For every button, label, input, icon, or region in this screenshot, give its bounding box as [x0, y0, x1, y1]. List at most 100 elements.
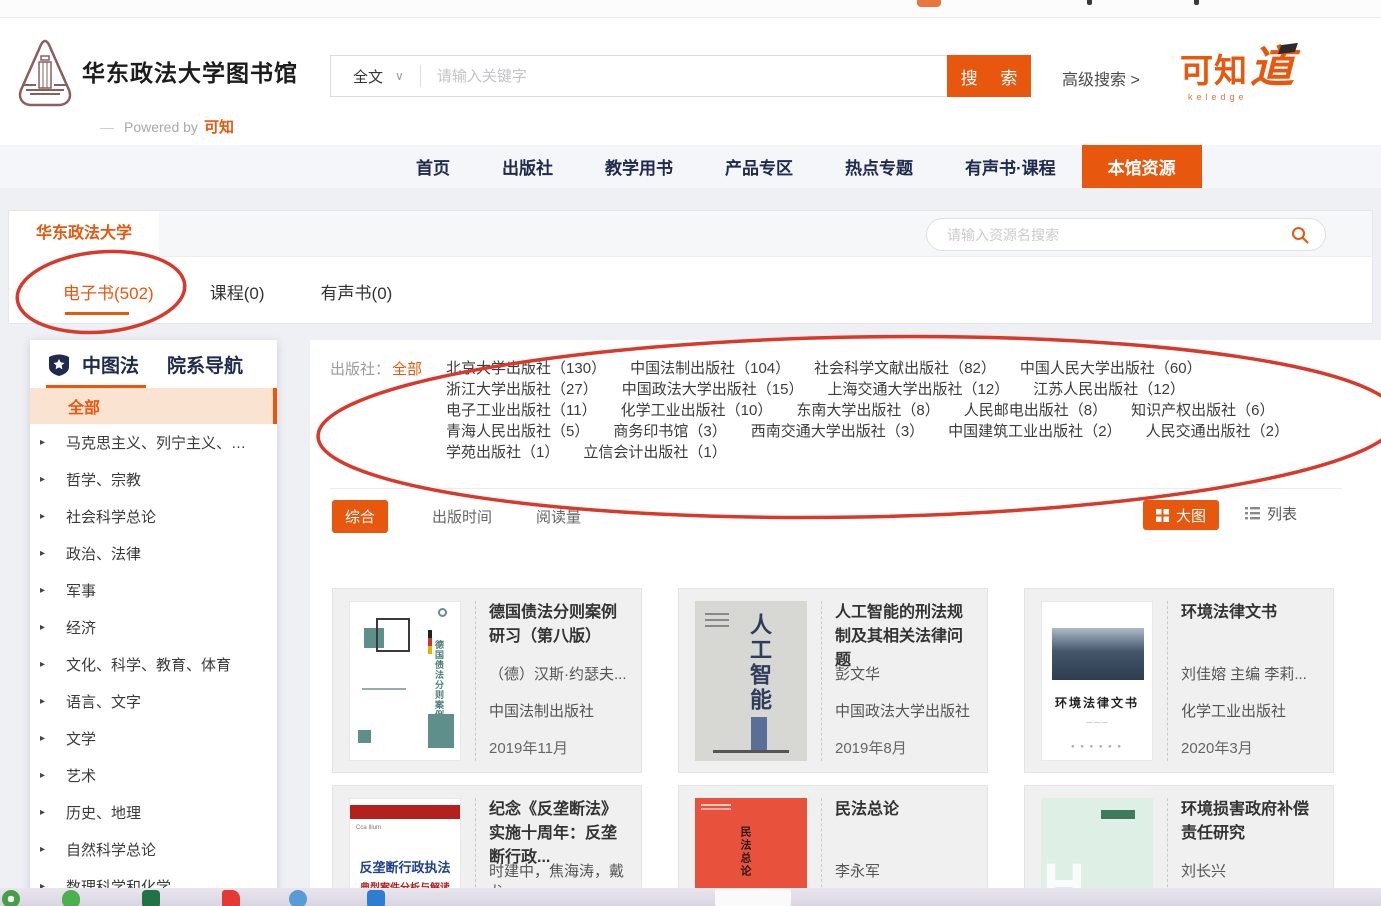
publisher-link[interactable]: 人民交通出版社2 — [1146, 421, 1289, 442]
book-card[interactable]: 德国债法分则案例研习 德国债法分则案例研习（第八版） （德）汉斯·约瑟夫... … — [332, 588, 642, 773]
category-item[interactable]: ▸政治、法律 — [30, 535, 277, 572]
publisher-link[interactable]: 中国政法大学出版社15 — [622, 379, 804, 400]
book-publisher: 化学工业出版社 — [1181, 700, 1286, 721]
book-card[interactable]: 人工智能 人工智能的刑法规制及其相关法律问题 彭文华 中国政法大学出版社 201… — [678, 588, 988, 773]
nav-item[interactable]: 产品专区 — [699, 145, 819, 188]
publisher-link[interactable]: 学苑出版社1 — [446, 442, 559, 463]
search-button[interactable]: 搜 索 — [947, 55, 1031, 97]
taskbar-window-fragment[interactable] — [715, 889, 791, 906]
publisher-link[interactable]: 化学工业出版社10 — [621, 400, 773, 421]
category-item[interactable]: ▸经济 — [30, 609, 277, 646]
category-item[interactable]: ▸历史、地理 — [30, 794, 277, 831]
category-list: ▸全部▸马克思主义、列宁主义、毛...▸哲学、宗教▸社会科学总论▸政治、法律▸军… — [30, 388, 277, 905]
category-item[interactable]: ▸社会科学总论 — [30, 498, 277, 535]
active-tab-underline — [46, 385, 146, 388]
sort-option[interactable]: 出版时间 — [432, 506, 492, 527]
publisher-link[interactable]: 电子工业出版社11 — [446, 400, 597, 421]
publisher-link[interactable]: 东南大学出版社8 — [796, 400, 939, 421]
taskbar-app-icon[interactable] — [2, 890, 20, 906]
category-item[interactable]: ▸哲学、宗教 — [30, 461, 277, 498]
publisher-link[interactable]: 立信会计出版社1 — [583, 442, 726, 463]
sort-option[interactable]: 综合 — [332, 500, 388, 533]
nav-item[interactable]: 教学用书 — [579, 145, 699, 188]
taskbar-app-icon[interactable] — [62, 890, 80, 906]
publisher-link[interactable]: 北京大学出版社130 — [446, 358, 606, 379]
publisher-link[interactable]: 中国法制出版社104 — [630, 358, 790, 379]
nav-item[interactable]: 热点专题 — [819, 145, 939, 188]
chevron-right-icon: ▸ — [40, 437, 58, 448]
category-item[interactable]: ▸艺术 — [30, 757, 277, 794]
sidebar-header: 中图法 院系导航 — [30, 340, 277, 388]
chevron-right-icon: ▸ — [40, 807, 58, 818]
book-title: 环境法律文书 — [1181, 601, 1277, 625]
view-list-button[interactable]: 列表 — [1245, 503, 1297, 524]
chevron-right-icon: ▸ — [40, 585, 58, 596]
browser-control-fragment — [1087, 0, 1092, 5]
category-item[interactable]: ▸自然科学总论 — [30, 831, 277, 868]
browser-tab-fragment — [917, 0, 941, 7]
resource-type-tab[interactable]: 电子书502 — [63, 279, 154, 304]
nav-item[interactable]: 有声书·课程 — [939, 145, 1082, 188]
resource-type-tab[interactable]: 有声书0 — [321, 279, 393, 304]
publisher-link[interactable]: 中国人民大学出版社60 — [1020, 358, 1202, 379]
list-icon — [1245, 507, 1260, 520]
resource-search-input[interactable] — [927, 227, 1291, 243]
mountain-photo — [1052, 628, 1144, 680]
book-author: 彭文华 — [835, 663, 880, 684]
book-date: 2019年8月 — [835, 737, 907, 758]
advanced-search-link[interactable]: 高级搜索 > — [1062, 66, 1140, 90]
book-author: （德）汉斯·约瑟夫... — [489, 663, 627, 684]
nav-item[interactable]: 首页 — [390, 145, 476, 188]
category-item[interactable]: ▸文化、科学、教育、体育 — [30, 646, 277, 683]
publisher-link[interactable]: 中国建筑工业出版社2 — [948, 421, 1121, 442]
publisher-link[interactable]: 西南交通大学出版社3 — [751, 421, 924, 442]
search-scope-dropdown[interactable]: 全文 ∨ — [331, 66, 420, 87]
publisher-filter-all[interactable]: 全部 — [392, 358, 422, 379]
category-item[interactable]: ▸马克思主义、列宁主义、毛... — [30, 424, 277, 461]
divider — [330, 488, 1342, 489]
taskbar-app-icon[interactable] — [222, 890, 240, 906]
publisher-link[interactable]: 社会科学文献出版社82 — [814, 358, 996, 379]
university-logo-icon — [14, 38, 76, 118]
main-area: 华东政法大学 电子书502 课程0 有声书0 中图法 院系导航 — [0, 188, 1381, 906]
nav-item[interactable]: 出版社 — [476, 145, 579, 188]
book-cover: 环境法律文书 — — — ● ● ● ● ● ● — [1041, 601, 1153, 761]
category-item[interactable]: ▸语言、文字 — [30, 683, 277, 720]
search-input[interactable] — [421, 68, 947, 85]
publisher-link[interactable]: 人民邮电出版社8 — [964, 400, 1107, 421]
publisher-link[interactable]: 江苏人民出版社12 — [1033, 379, 1185, 400]
os-taskbar — [0, 888, 1381, 906]
publisher-link[interactable]: 浙江大学出版社27 — [446, 379, 598, 400]
content-area: 出版社： 全部 北京大学出版社130 中国法制出版社104 社会科学文献出版社82 中… — [310, 340, 1381, 906]
publisher-link[interactable]: 商务印书馆3 — [613, 421, 726, 442]
category-item[interactable]: ▸文学 — [30, 720, 277, 757]
resource-type-tab[interactable]: 课程0 — [210, 279, 265, 304]
book-author: 刘长兴 — [1181, 860, 1226, 881]
publisher-link[interactable]: 上海交通大学出版社12 — [827, 379, 1009, 400]
taskbar-app-icon[interactable] — [142, 890, 160, 906]
search-icon[interactable] — [1291, 226, 1309, 244]
book-author: 李永军 — [835, 860, 880, 881]
taskbar-app-icon[interactable] — [289, 890, 307, 906]
category-item[interactable]: ▸全部 — [30, 388, 277, 424]
publisher-link[interactable]: 知识产权出版社6 — [1131, 400, 1274, 421]
org-tab[interactable]: 华东政法大学 — [9, 211, 159, 257]
view-large-button[interactable]: 大图 — [1143, 500, 1219, 530]
book-title: 德国债法分则案例研习（第八版） — [489, 601, 631, 649]
tab-department-nav[interactable]: 院系导航 — [167, 351, 243, 378]
book-card[interactable]: 环境法律文书 — — — ● ● ● ● ● ● 环境法律文书 刘佳嫆 主编 李… — [1024, 588, 1334, 773]
resource-panel: 华东政法大学 电子书502 课程0 有声书0 — [8, 210, 1373, 324]
nav-item[interactable]: 本馆资源 — [1082, 145, 1202, 188]
publisher-filter-label: 出版社： — [330, 358, 390, 379]
category-item[interactable]: ▸军事 — [30, 572, 277, 609]
chevron-right-icon: ▸ — [40, 733, 58, 744]
org-tab-row: 华东政法大学 — [9, 211, 1372, 257]
taskbar-app-icon[interactable] — [367, 890, 385, 906]
book-grid: 德国债法分则案例研习 德国债法分则案例研习（第八版） （德）汉斯·约瑟夫... … — [332, 588, 1372, 906]
navigation-shield-icon — [46, 351, 72, 377]
publisher-link[interactable]: 青海人民出版社5 — [446, 421, 589, 442]
resource-search-pill — [926, 218, 1326, 251]
category-sidebar: 中图法 院系导航 ▸全部▸马克思主义、列宁主义、毛...▸哲学、宗教▸社会科学总… — [30, 340, 277, 906]
sort-option[interactable]: 阅读量 — [536, 506, 581, 527]
tab-clc[interactable]: 中图法 — [82, 351, 139, 378]
